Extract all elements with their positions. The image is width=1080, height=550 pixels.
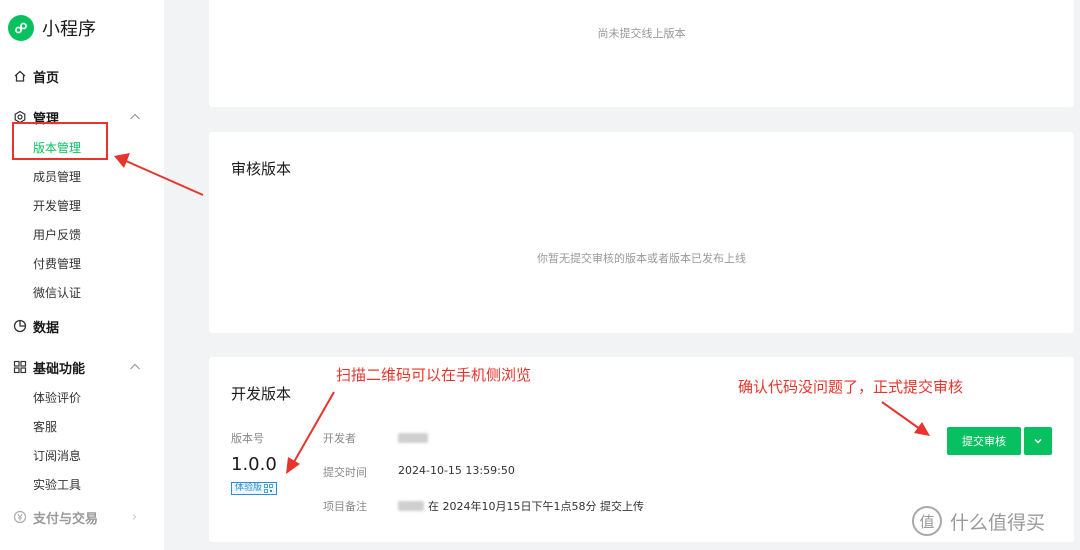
online-empty-text: 尚未提交线上版本 [597,27,686,40]
annotation-scan-text: 扫描二维码可以在手机侧浏览 [336,366,532,384]
note-text: 在 2024年10月15日下午1点58分 提交上传 [428,500,644,513]
chevron-up-icon [130,363,140,370]
annotation-confirm-text: 确认代码没问题了，正式提交审核 [738,378,964,396]
watermark-text: 什么值得买 [950,511,1046,534]
developer-value [398,431,428,444]
sidebar-item-dev-manage[interactable]: 开发管理 [33,197,81,215]
review-empty-text: 你暂无提交审核的版本或者版本已发布上线 [537,252,746,265]
submit-time-label: 提交时间 [323,466,367,479]
sidebar-pay-label: 支付与交易 [33,511,99,527]
sidebar-item-wechat-verify[interactable]: 微信认证 [33,284,81,302]
sidebar-data-label: 数据 [33,320,60,336]
qr-code-icon [264,484,273,493]
grid-icon [13,360,27,374]
note-user-redacted [398,501,424,511]
watermark: 值 什么值得买 [912,506,1045,536]
sidebar-item-home[interactable]: 首页 [0,64,164,88]
note-label: 项目备注 [323,500,367,513]
sidebar: 小程序 首页 管理 版本管理 成员管理 开发管理 用户反馈 付费管理 微信认证 … [0,0,164,550]
version-label: 版本号 [231,432,264,445]
developer-label: 开发者 [323,432,356,445]
chevron-up-icon [130,113,140,120]
sidebar-group-pay[interactable]: 支付与交易 [0,505,164,529]
submit-review-button[interactable]: 提交审核 [947,427,1021,455]
chevron-down-icon [1034,438,1042,444]
trial-version-badge[interactable]: 体验版 [231,482,278,495]
home-icon [14,70,26,82]
sidebar-item-customer-service[interactable]: 客服 [33,418,57,436]
sidebar-group-basic[interactable]: 基础功能 [0,355,164,379]
annotation-highlight-box [12,122,108,160]
sidebar-home-label: 首页 [33,70,60,86]
sidebar-item-data[interactable]: 数据 [0,314,164,338]
sidebar-item-user-feedback[interactable]: 用户反馈 [33,226,81,244]
version-number: 1.0.0 [231,454,277,475]
chevron-right-icon [132,514,137,520]
review-title: 审核版本 [231,160,292,178]
more-actions-dropdown[interactable] [1024,427,1052,455]
online-version-card: 尚未提交线上版本 [209,0,1074,107]
review-version-card: 审核版本 你暂无提交审核的版本或者版本已发布上线 [209,132,1074,333]
developer-redacted [398,433,428,443]
sidebar-basic-label: 基础功能 [33,361,86,377]
sidebar-item-experience-review[interactable]: 体验评价 [33,389,81,407]
yen-icon [13,510,27,524]
sidebar-item-payment-manage[interactable]: 付费管理 [33,255,81,273]
app-title: 小程序 [42,19,96,40]
brand[interactable]: 小程序 [8,15,96,41]
submit-time-value: 2024-10-15 13:59:50 [398,464,515,477]
dev-title: 开发版本 [231,385,292,403]
sidebar-item-lab-tools[interactable]: 实验工具 [33,476,81,494]
watermark-logo-icon: 值 [912,506,942,536]
note-value: 在 2024年10月15日下午1点58分 提交上传 [398,498,644,514]
pie-chart-icon [13,319,27,333]
trial-badge-label: 体验版 [235,483,263,493]
mini-program-logo-icon [8,15,34,41]
sidebar-item-subscribe-message[interactable]: 订阅消息 [33,447,81,465]
sidebar-item-member-manage[interactable]: 成员管理 [33,168,81,186]
